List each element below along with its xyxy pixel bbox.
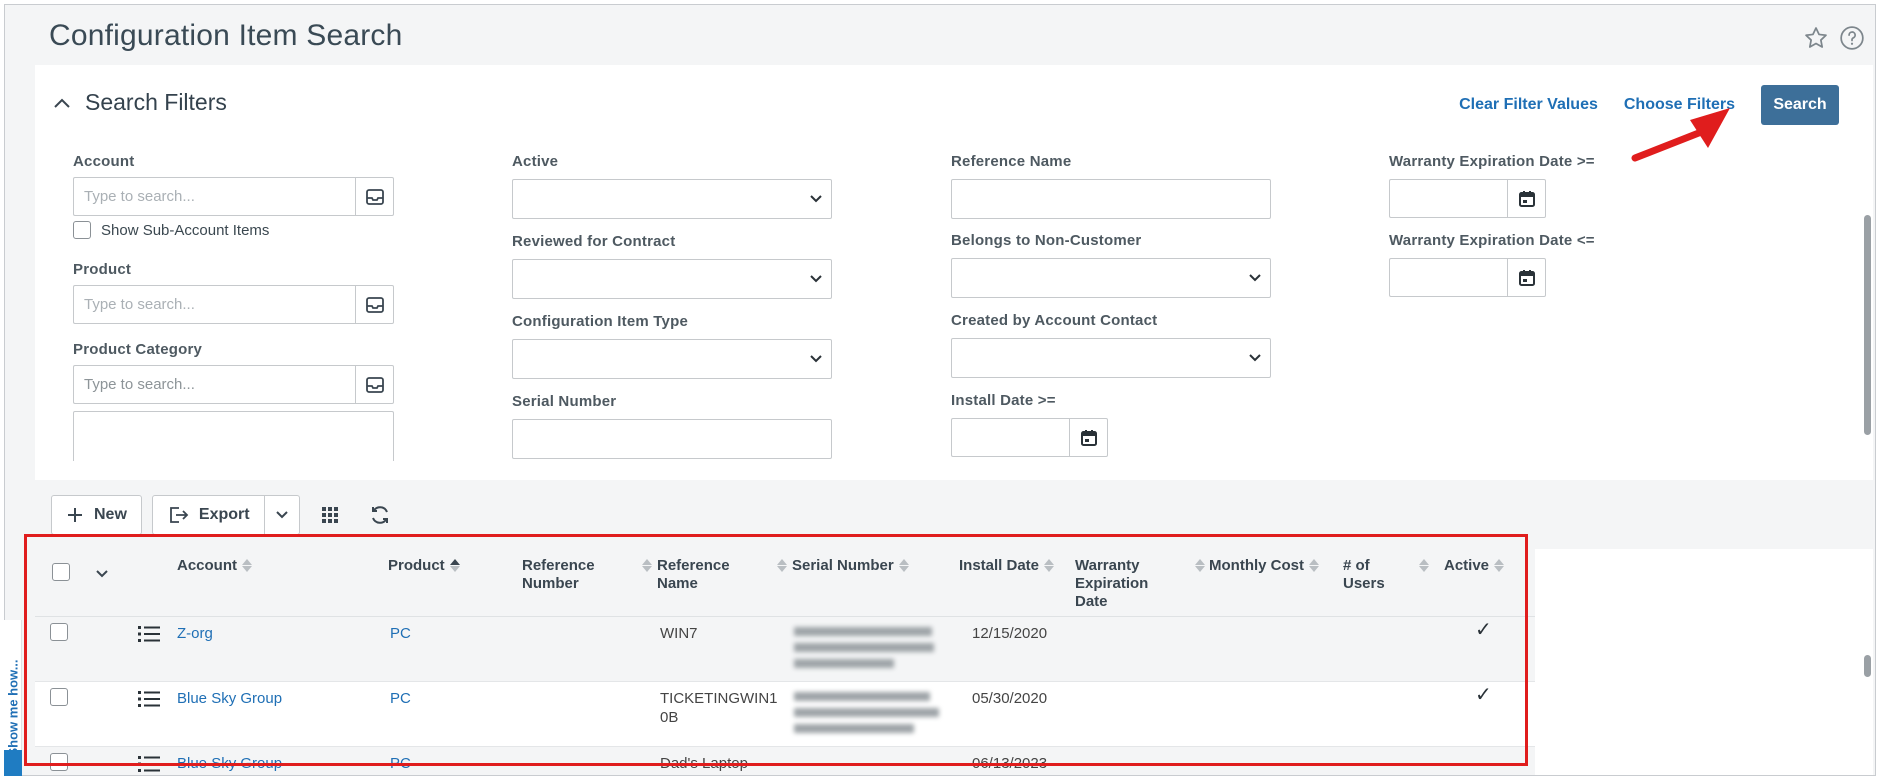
product-input[interactable]: Type to search...: [73, 285, 355, 324]
reference-name-input[interactable]: [951, 179, 1271, 219]
warranty-le-field: [1389, 258, 1546, 297]
inbox-icon: [365, 188, 384, 205]
reviewed-select[interactable]: [512, 259, 832, 299]
show-sub-account-checkbox[interactable]: [73, 221, 91, 239]
search-button[interactable]: Search: [1761, 85, 1839, 125]
reviewed-label: Reviewed for Contract: [512, 233, 676, 250]
serial-number-label: Serial Number: [512, 393, 617, 410]
created-by-label: Created by Account Contact: [951, 312, 1158, 329]
plus-icon: [68, 508, 82, 522]
install-date-picker-button[interactable]: [1069, 418, 1108, 457]
clear-filter-values-link[interactable]: Clear Filter Values: [1459, 96, 1598, 114]
export-icon: [170, 507, 189, 523]
created-by-select[interactable]: [951, 338, 1271, 378]
warranty-ge-field: [1389, 179, 1546, 218]
chevron-down-icon: [810, 355, 822, 363]
account-label: Account: [73, 153, 135, 170]
install-date-label: Install Date >=: [951, 392, 1056, 409]
product-label: Product: [73, 261, 132, 278]
title-actions: [1803, 25, 1865, 51]
filters-toggle[interactable]: Search Filters: [53, 89, 227, 116]
product-category-lookup-button[interactable]: [355, 365, 394, 404]
filters-scrollbar[interactable]: [1861, 195, 1873, 525]
warranty-ge-label: Warranty Expiration Date >=: [1389, 153, 1595, 170]
grid-icon: [321, 507, 338, 523]
pointer-icon: [4, 750, 22, 776]
install-date-field: [951, 418, 1108, 457]
reference-name-label: Reference Name: [951, 153, 1072, 170]
show-sub-account-label: Show Sub-Account Items: [101, 221, 270, 239]
product-category-lookup: Type to search...: [73, 365, 394, 404]
account-lookup-button[interactable]: [355, 177, 394, 216]
warranty-ge-picker-button[interactable]: [1507, 179, 1546, 218]
grid-scrollbar[interactable]: [1861, 621, 1873, 771]
export-button-label: Export: [198, 506, 250, 523]
chevron-down-icon: [275, 511, 288, 519]
product-category-label: Product Category: [73, 341, 203, 358]
show-me-how-tab[interactable]: Show me how...: [4, 620, 22, 776]
filters-scrollbar-thumb[interactable]: [1864, 215, 1871, 435]
export-split-button: Export: [151, 495, 300, 535]
account-lookup: Type to search...: [73, 177, 394, 216]
chevron-down-icon: [810, 195, 822, 203]
serial-number-input[interactable]: [512, 419, 832, 459]
show-sub-account-row[interactable]: Show Sub-Account Items: [73, 221, 269, 239]
show-me-how-label: Show me how...: [5, 659, 21, 757]
non-customer-label: Belongs to Non-Customer: [951, 232, 1142, 249]
calendar-icon: [1518, 269, 1535, 286]
search-filters-panel: Search Filters Clear Filter Values Choos…: [35, 65, 1873, 480]
ci-type-select[interactable]: [512, 339, 832, 379]
refresh-button[interactable]: [360, 495, 400, 535]
calendar-icon: [1080, 429, 1097, 446]
inbox-icon: [365, 296, 384, 313]
red-arrow-annotation: [1631, 108, 1730, 162]
grid-scrollbar-thumb[interactable]: [1864, 655, 1871, 677]
warranty-ge-input[interactable]: [1389, 179, 1507, 218]
warranty-le-picker-button[interactable]: [1507, 258, 1546, 297]
grid-toolbar: New Export: [51, 495, 400, 535]
help-icon[interactable]: [1839, 25, 1865, 51]
product-category-input[interactable]: Type to search...: [73, 365, 355, 404]
new-button[interactable]: New: [51, 495, 142, 535]
refresh-icon: [371, 506, 388, 524]
account-input[interactable]: Type to search...: [73, 177, 355, 216]
product-lookup: Type to search...: [73, 285, 394, 324]
chevron-down-icon: [810, 275, 822, 283]
page-title: Configuration Item Search: [49, 19, 403, 52]
export-button[interactable]: Export: [151, 495, 265, 535]
new-button-label: New: [94, 506, 127, 523]
install-date-input[interactable]: [951, 418, 1069, 457]
non-customer-select[interactable]: [951, 258, 1271, 298]
active-select[interactable]: [512, 179, 832, 219]
column-chooser-button[interactable]: [310, 495, 350, 535]
star-icon[interactable]: [1803, 25, 1829, 51]
chevron-down-icon: [1249, 354, 1261, 362]
product-lookup-button[interactable]: [355, 285, 394, 324]
active-label: Active: [512, 153, 559, 170]
export-options-button[interactable]: [264, 495, 300, 535]
highlight-box: [24, 534, 1528, 766]
product-category-selection-list[interactable]: [73, 411, 394, 461]
warranty-le-label: Warranty Expiration Date <=: [1389, 232, 1595, 249]
calendar-icon: [1518, 190, 1535, 207]
chevron-down-icon: [1249, 274, 1261, 282]
warranty-le-input[interactable]: [1389, 258, 1507, 297]
filters-title: Search Filters: [85, 89, 227, 115]
ci-type-label: Configuration Item Type: [512, 313, 688, 330]
inbox-icon: [365, 376, 384, 393]
chevron-up-icon: [54, 98, 70, 108]
